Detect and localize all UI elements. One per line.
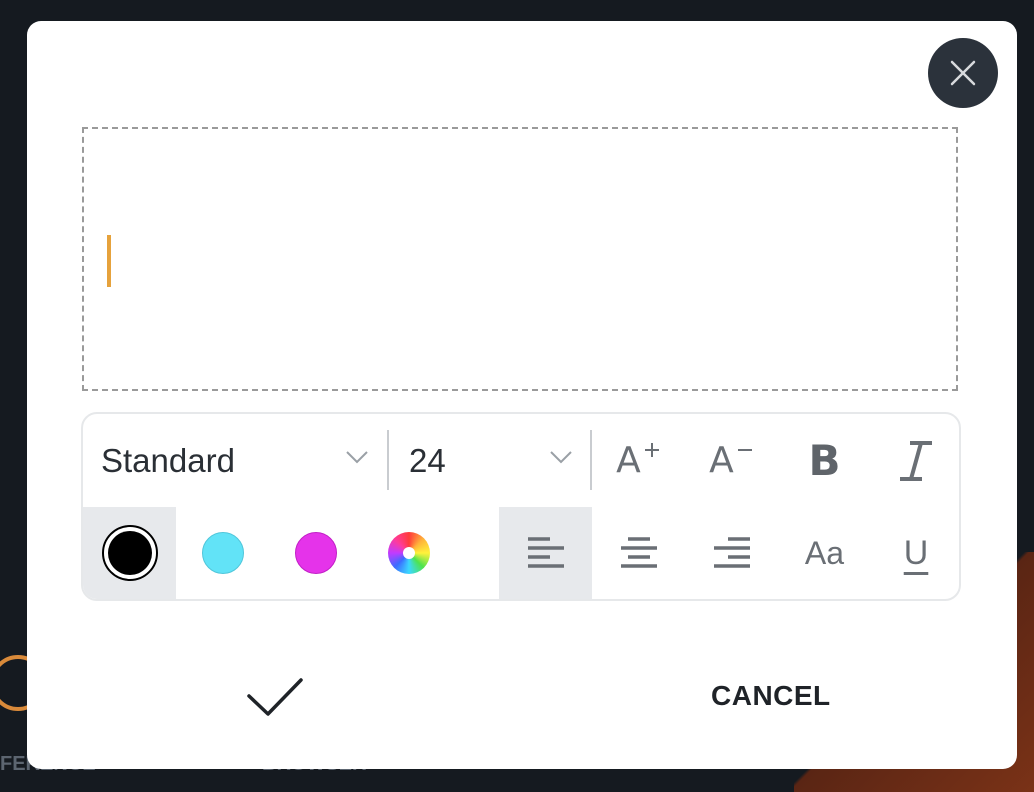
color-swatch-black[interactable]: [83, 507, 176, 599]
color-swatch-magenta[interactable]: [269, 507, 362, 599]
color-black-icon: [101, 525, 158, 581]
chevron-down-icon: [550, 451, 572, 464]
minus-icon: [737, 448, 752, 451]
toolbar-row-font: Standard 24 A A B: [83, 414, 959, 507]
confirm-button[interactable]: [239, 661, 311, 733]
text-edit-dialog: Standard 24 A A B Aa U CANCEL: [27, 21, 1017, 769]
color-swatch-cyan[interactable]: [176, 507, 269, 599]
toolbar-row-style: Aa U: [83, 507, 959, 599]
cancel-button[interactable]: CANCEL: [697, 674, 845, 718]
color-magenta-icon: [294, 532, 337, 574]
underline-button[interactable]: U: [871, 507, 959, 599]
align-left-icon: [527, 537, 564, 568]
increase-size-label: A: [616, 440, 641, 481]
text-case-label: Aa: [804, 534, 845, 571]
font-family-select[interactable]: Standard: [101, 414, 383, 507]
color-wheel-icon: [387, 532, 430, 574]
decrease-font-size-button[interactable]: A: [685, 414, 778, 507]
formatting-toolbar: Standard 24 A A B Aa U: [81, 412, 961, 601]
underline-label: U: [903, 533, 929, 572]
text-case-button[interactable]: Aa: [778, 507, 871, 599]
bold-label: B: [808, 436, 841, 485]
color-cyan-icon: [201, 532, 244, 574]
align-center-icon: [620, 537, 657, 568]
text-caret: [107, 235, 111, 287]
toolbar-divider: [387, 430, 389, 490]
increase-font-size-button[interactable]: A: [592, 414, 685, 507]
color-picker-button[interactable]: [362, 507, 455, 599]
font-size-select[interactable]: 24: [409, 414, 581, 507]
bold-button[interactable]: B: [778, 414, 871, 507]
align-right-button[interactable]: [685, 507, 778, 599]
checkmark-icon: [247, 678, 303, 716]
align-left-button[interactable]: [499, 507, 592, 599]
chevron-down-icon: [346, 451, 368, 464]
italic-button[interactable]: I: [871, 414, 959, 507]
align-center-button[interactable]: [592, 507, 685, 599]
close-button[interactable]: [928, 38, 998, 108]
close-icon: [950, 60, 976, 86]
decrease-size-label: A: [709, 440, 734, 481]
plus-icon: [644, 442, 659, 457]
font-size-value: 24: [409, 441, 446, 479]
align-right-icon: [713, 537, 750, 568]
italic-icon: [900, 440, 932, 481]
font-family-value: Standard: [101, 441, 235, 479]
text-input-area[interactable]: [82, 127, 958, 391]
